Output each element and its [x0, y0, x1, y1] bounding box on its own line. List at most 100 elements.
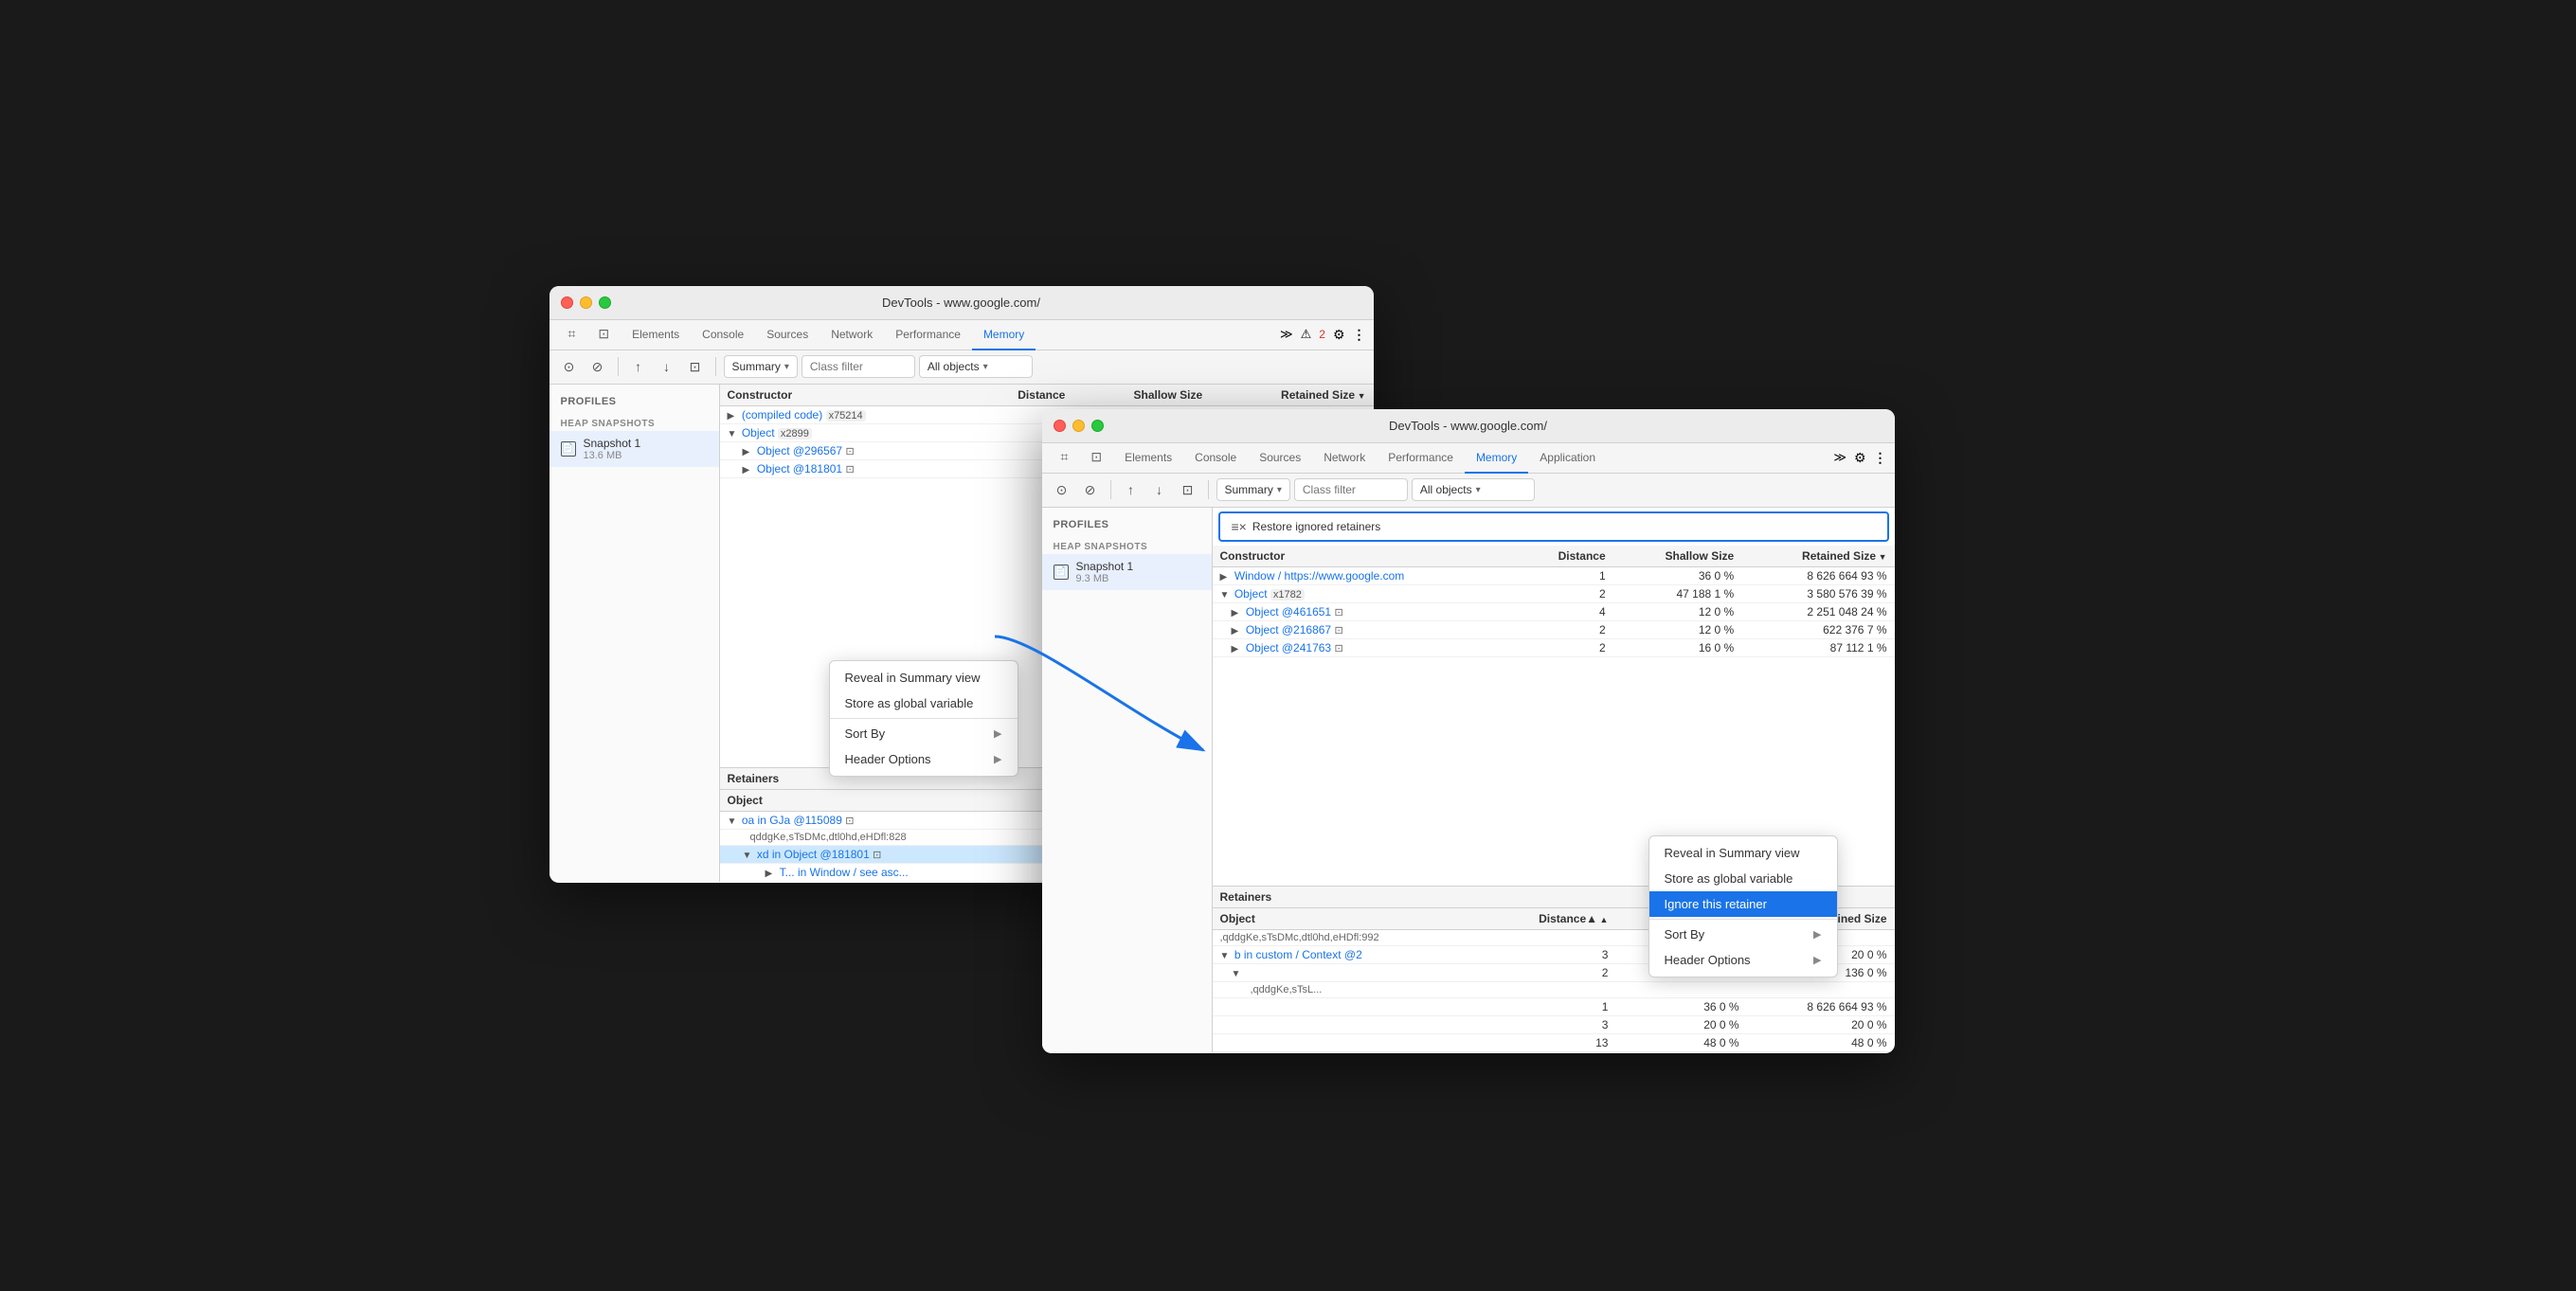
settings-icon-back[interactable]: ⚙ — [1333, 327, 1345, 343]
col-retained-front[interactable]: Retained Size — [1741, 546, 1894, 567]
maximize-button-front[interactable] — [1091, 420, 1104, 432]
col-distance-back[interactable]: Distance — [970, 385, 1072, 406]
row-arrow[interactable]: ▶ — [728, 411, 739, 421]
download-button-front[interactable]: ↓ — [1147, 477, 1172, 502]
cell-constructor: ▶ Object @296567 ⊡ — [720, 441, 971, 459]
col-dist-front[interactable]: Distance▲ — [1484, 908, 1615, 930]
ctx-headeroptions-arrow-back: ▶ — [994, 753, 1001, 765]
record-button-back[interactable]: ⊙ — [557, 354, 582, 379]
ctx-ignore-front[interactable]: Ignore this retainer — [1649, 891, 1837, 917]
window-title-back: DevTools - www.google.com/ — [882, 296, 1040, 310]
minimize-button-back[interactable] — [580, 296, 592, 309]
tab-inspect-icon-front[interactable]: ⌗ — [1050, 443, 1080, 474]
col-shallow-back[interactable]: Shallow Size — [1072, 385, 1210, 406]
more-icon-front[interactable]: ⋮ — [1874, 450, 1887, 466]
close-button-front[interactable] — [1054, 420, 1066, 432]
close-button-back[interactable] — [561, 296, 573, 309]
col-retained-back[interactable]: Retained Size — [1210, 385, 1373, 406]
ctx-reveal-back[interactable]: Reveal in Summary view — [830, 665, 1018, 690]
tab-responsive-icon-front[interactable]: ⊡ — [1079, 443, 1113, 474]
tab-overflow-icon-front[interactable]: ≫ — [1833, 450, 1846, 465]
upload-button-back[interactable]: ↑ — [626, 354, 651, 379]
camera-button-back[interactable]: ⊡ — [683, 354, 708, 379]
ctx-sortby-back[interactable]: Sort By ▶ — [830, 721, 1018, 746]
col-shallow-front[interactable]: Shallow Size — [1613, 546, 1742, 567]
col-distance-front[interactable]: Distance — [1518, 546, 1613, 567]
snapshot-info-front: Snapshot 1 9.3 MB — [1076, 560, 1200, 584]
tab-console-back[interactable]: Console — [691, 320, 755, 350]
snapshot-item-back[interactable]: 📄 Snapshot 1 13.6 MB — [549, 431, 719, 467]
upload-button-front[interactable]: ↑ — [1119, 477, 1144, 502]
ctx-sortby-arrow-back: ▶ — [994, 727, 1001, 740]
all-objects-arrow-front: ▾ — [1476, 485, 1481, 495]
profiles-title-back: Profiles — [549, 392, 719, 411]
tab-bar-front: ⌗ ⊡ Elements Console Sources Network Per… — [1042, 443, 1895, 474]
table-row[interactable]: 3 20 0 % 20 0 % — [1213, 1015, 1895, 1033]
toolbar-sep1-front — [1110, 480, 1111, 499]
tab-overflow-icon[interactable]: ≫ — [1280, 327, 1293, 342]
cell-constructor: ▶ Object @181801 ⊡ — [720, 459, 971, 477]
ctx-headeroptions-front[interactable]: Header Options ▶ — [1649, 947, 1837, 973]
minimize-button-front[interactable] — [1072, 420, 1085, 432]
window-title-front: DevTools - www.google.com/ — [1389, 419, 1547, 433]
table-row[interactable]: ▶ Object @216867 ⊡ 2 12 0 % 622 376 7 % — [1213, 620, 1895, 638]
clear-button-front[interactable]: ⊘ — [1078, 477, 1103, 502]
summary-dropdown-front[interactable]: Summary ▾ — [1216, 478, 1290, 501]
table-row[interactable]: ,qddgKe,sTsL... — [1213, 981, 1895, 997]
restore-banner[interactable]: ≡× Restore ignored retainers — [1218, 511, 1889, 542]
warning-icon: ⚠ — [1301, 327, 1312, 342]
table-row[interactable]: 1 36 0 % 8 626 664 93 % — [1213, 997, 1895, 1015]
ctx-sortby-front[interactable]: Sort By ▶ — [1649, 922, 1837, 947]
ctx-store-front[interactable]: Store as global variable — [1649, 866, 1837, 891]
record-button-front[interactable]: ⊙ — [1050, 477, 1074, 502]
settings-icon-front[interactable]: ⚙ — [1854, 450, 1866, 466]
ctx-store-back[interactable]: Store as global variable — [830, 690, 1018, 716]
col-constructor-back[interactable]: Constructor — [720, 385, 971, 406]
tab-memory-back[interactable]: Memory — [972, 320, 1036, 350]
profiles-title-front: Profiles — [1042, 515, 1212, 534]
tab-responsive-icon[interactable]: ⊡ — [586, 320, 621, 350]
clear-button-back[interactable]: ⊘ — [585, 354, 610, 379]
table-row[interactable]: 13 48 0 % 48 0 % — [1213, 1033, 1895, 1051]
class-filter-back[interactable] — [802, 355, 915, 378]
more-icon-back[interactable]: ⋮ — [1353, 327, 1366, 343]
tab-inspect-icon[interactable]: ⌗ — [557, 320, 587, 350]
constructor-table-front: Constructor Distance Shallow Size Retain… — [1213, 546, 1895, 886]
row-arrow[interactable]: ▶ — [743, 447, 754, 457]
maximize-button-back[interactable] — [599, 296, 611, 309]
class-filter-front[interactable] — [1294, 478, 1408, 501]
snapshot-icon-back: 📄 — [561, 441, 576, 457]
cell-constructor: ▼ Object x2899 — [720, 423, 971, 441]
tab-elements-front[interactable]: Elements — [1113, 443, 1183, 474]
table-row[interactable]: ▼ Object x1782 2 47 188 1 % 3 580 576 39… — [1213, 584, 1895, 602]
tab-sources-front[interactable]: Sources — [1248, 443, 1312, 474]
toolbar-sep2-back — [715, 357, 716, 376]
tab-console-front[interactable]: Console — [1183, 443, 1248, 474]
tab-network-back[interactable]: Network — [820, 320, 884, 350]
table-row[interactable]: ▶ Window / https://www.google.com 1 36 0… — [1213, 566, 1895, 584]
tab-performance-back[interactable]: Performance — [884, 320, 972, 350]
tab-application-front[interactable]: Application — [1528, 443, 1607, 474]
tab-performance-front[interactable]: Performance — [1377, 443, 1465, 474]
ctx-reveal-front[interactable]: Reveal in Summary view — [1649, 840, 1837, 866]
tab-sources-back[interactable]: Sources — [755, 320, 820, 350]
all-objects-dropdown-front[interactable]: All objects ▾ — [1412, 478, 1535, 501]
tab-more-back: ≫ ⚠ 2 ⚙ ⋮ — [1280, 320, 1366, 350]
tab-memory-front[interactable]: Memory — [1465, 443, 1528, 474]
col-constructor-front[interactable]: Constructor — [1213, 546, 1518, 567]
row-arrow[interactable]: ▼ — [728, 429, 739, 439]
col-object-front[interactable]: Object — [1213, 908, 1485, 930]
all-objects-dropdown-back[interactable]: All objects ▾ — [919, 355, 1033, 378]
snapshot-item-front[interactable]: 📄 Snapshot 1 9.3 MB — [1042, 554, 1212, 590]
tab-elements-back[interactable]: Elements — [621, 320, 691, 350]
summary-dropdown-back[interactable]: Summary ▾ — [724, 355, 798, 378]
title-bar-back: DevTools - www.google.com/ — [549, 286, 1374, 320]
table-row[interactable]: ▶ Object @461651 ⊡ 4 12 0 % 2 251 048 24… — [1213, 602, 1895, 620]
row-arrow[interactable]: ▶ — [743, 465, 754, 475]
tab-network-front[interactable]: Network — [1312, 443, 1377, 474]
table-row[interactable]: ▶ Object @241763 ⊡ 2 16 0 % 87 112 1 % — [1213, 638, 1895, 656]
ctx-headeroptions-back[interactable]: Header Options ▶ — [830, 746, 1018, 772]
download-button-back[interactable]: ↓ — [655, 354, 679, 379]
snapshot-info-back: Snapshot 1 13.6 MB — [584, 437, 708, 461]
camera-button-front[interactable]: ⊡ — [1176, 477, 1200, 502]
